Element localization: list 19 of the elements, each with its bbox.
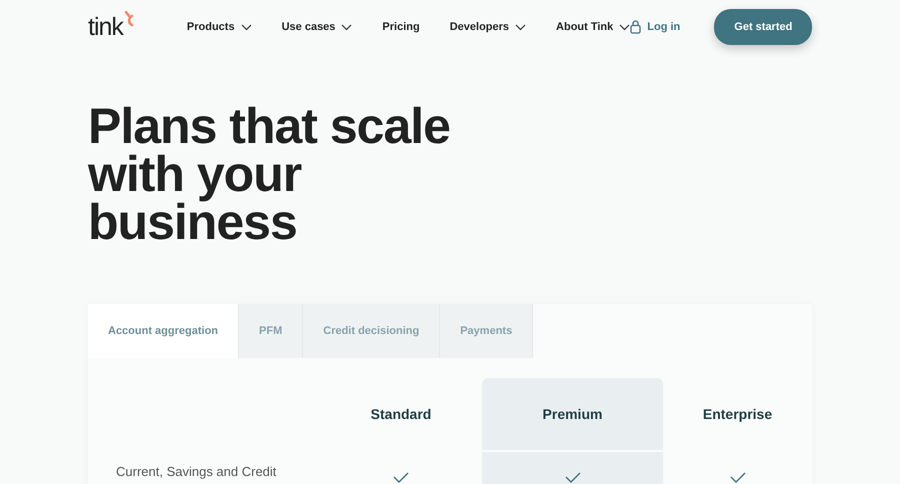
- get-started-button[interactable]: Get started: [714, 8, 812, 46]
- nav-link[interactable]: Use cases: [282, 18, 352, 36]
- chevron-down-icon: [240, 24, 252, 30]
- feature-label: Current, Savings and Credit: [115, 463, 278, 481]
- plan-name: Enterprise: [702, 404, 774, 424]
- nav-link[interactable]: Pricing: [382, 18, 420, 36]
- nav-link[interactable]: Developers: [450, 18, 526, 36]
- hero-heading: Plans that scale with your business: [88, 102, 451, 246]
- nav-link[interactable]: About Tink: [556, 18, 630, 36]
- plan-name: Premium: [482, 378, 663, 450]
- chevron-down-icon: [619, 24, 630, 30]
- chevron-down-icon: [341, 24, 352, 30]
- chevron-down-icon: [515, 24, 526, 30]
- logo-text[interactable]: tink: [88, 14, 123, 40]
- lock-icon: [630, 20, 642, 34]
- nav-link[interactable]: Products: [186, 18, 252, 36]
- logo-mark-icon: [122, 10, 135, 26]
- login-link[interactable]: Log in: [630, 18, 680, 36]
- plan-name: Standard: [370, 404, 432, 424]
